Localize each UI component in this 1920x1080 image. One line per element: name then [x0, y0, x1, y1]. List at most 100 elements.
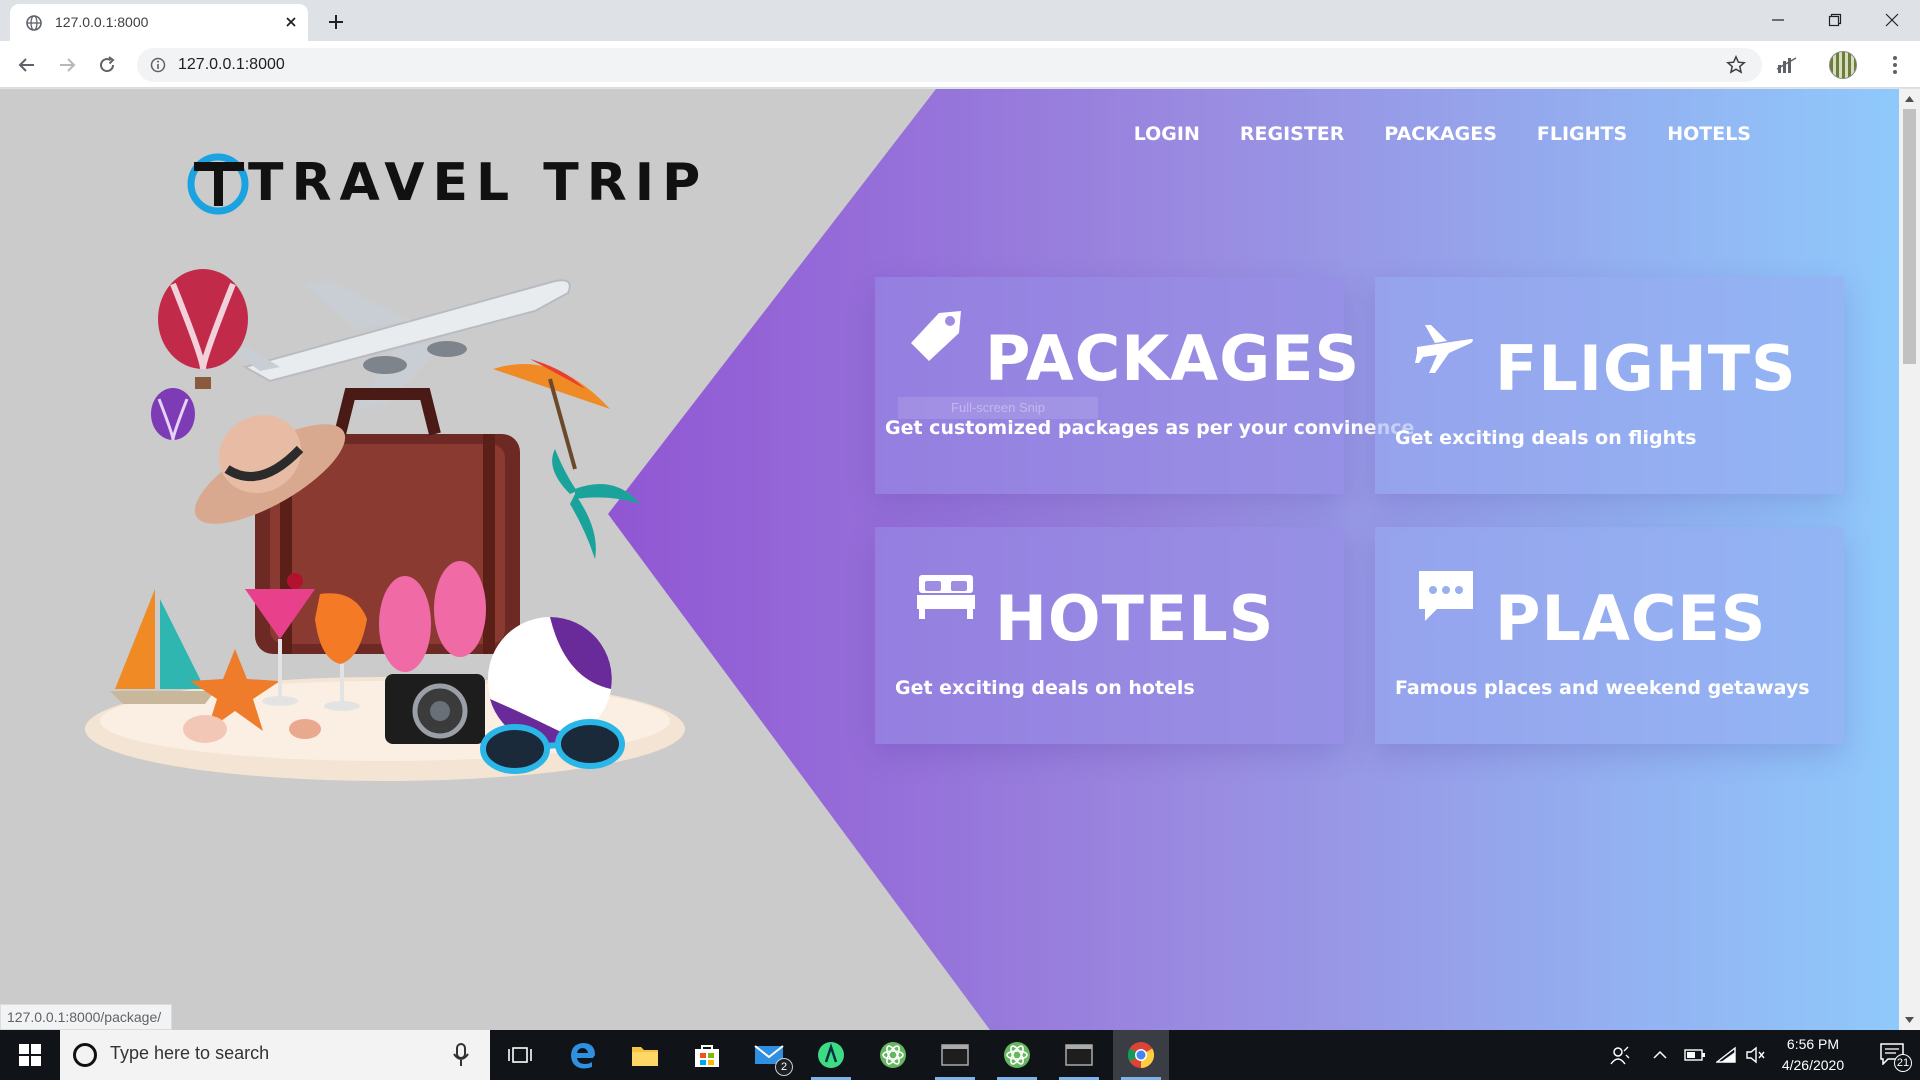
taskbar-atom[interactable]: [865, 1030, 921, 1080]
logo-text: TRAVEL TRIP: [248, 153, 709, 213]
android-studio-icon: [818, 1042, 844, 1068]
cortana-icon: [73, 1043, 97, 1067]
extension-chart-icon: [1776, 57, 1797, 73]
volume-muted-icon: [1746, 1046, 1765, 1064]
microphone-icon[interactable]: [452, 1043, 470, 1067]
chat-icon: [1419, 571, 1473, 621]
more-vertical-icon: [1893, 56, 1897, 74]
forward-arrow-icon: [60, 58, 76, 72]
battery-status[interactable]: [1682, 1030, 1708, 1080]
chrome-menu-button[interactable]: [1880, 50, 1910, 80]
minimize-icon: [1771, 19, 1784, 21]
camera-illustration: [385, 674, 485, 744]
card-title: PACKAGES: [985, 322, 1361, 395]
minimize-button[interactable]: [1749, 0, 1806, 40]
nav-flights[interactable]: FLIGHTS: [1537, 123, 1627, 145]
taskbar-terminal-2[interactable]: [1051, 1030, 1107, 1080]
taskbar-file-explorer[interactable]: [617, 1030, 673, 1080]
battery-icon: [1684, 1049, 1705, 1061]
people-icon: [1610, 1046, 1630, 1065]
card-description: Famous places and weekend getaways: [1395, 677, 1810, 699]
close-window-button[interactable]: [1863, 0, 1920, 40]
edge-icon: [571, 1043, 595, 1069]
reload-button[interactable]: [93, 51, 121, 79]
link-status-bubble: 127.0.0.1:8000/package/: [0, 1004, 173, 1030]
taskbar-store[interactable]: [679, 1030, 735, 1080]
seashell-illustration: [183, 715, 227, 743]
clock-date: 4/26/2020: [1781, 1057, 1845, 1073]
taskbar-atom-2[interactable]: [989, 1030, 1045, 1080]
snip-tooltip: Full-screen Snip: [898, 397, 1098, 419]
chevron-up-icon: [1653, 1050, 1667, 1059]
search-placeholder: Type here to search: [110, 1043, 270, 1063]
bookmark-star-icon[interactable]: [1726, 55, 1746, 75]
address-bar[interactable]: 127.0.0.1:8000: [137, 48, 1762, 82]
task-view-icon: [508, 1047, 532, 1063]
mail-count-badge: 2: [775, 1058, 793, 1076]
card-flights[interactable]: FLIGHTS Get exciting deals on flights: [1375, 277, 1844, 494]
task-view-button[interactable]: [492, 1030, 548, 1080]
taskbar-search-box[interactable]: Type here to search: [60, 1030, 490, 1080]
card-places[interactable]: PLACES Famous places and weekend getaway…: [1375, 527, 1844, 744]
card-description: Get exciting deals on flights: [1395, 427, 1697, 449]
taskbar-chrome[interactable]: [1113, 1030, 1169, 1080]
network-status[interactable]: [1713, 1030, 1739, 1080]
card-title: HOTELS: [995, 582, 1275, 655]
nav-packages[interactable]: PACKAGES: [1384, 123, 1497, 145]
tag-icon: [911, 311, 961, 361]
start-button[interactable]: [0, 1030, 60, 1080]
nav-hotels[interactable]: HOTELS: [1667, 123, 1751, 145]
top-navigation: LOGIN REGISTER PACKAGES FLIGHTS HOTELS: [1134, 123, 1751, 145]
card-hotels[interactable]: HOTELS Get exciting deals on hotels: [875, 527, 1344, 744]
scroll-up-icon[interactable]: [1903, 93, 1916, 105]
atom-icon: [880, 1042, 906, 1068]
back-arrow-icon: [18, 58, 34, 72]
nav-register[interactable]: REGISTER: [1240, 123, 1345, 145]
card-title: FLIGHTS: [1495, 332, 1797, 405]
back-button[interactable]: [13, 51, 41, 79]
restore-button[interactable]: [1806, 0, 1863, 40]
clock-time: 6:56 PM: [1786, 1036, 1840, 1052]
new-tab-icon[interactable]: [324, 10, 348, 34]
taskbar-android-studio[interactable]: [803, 1030, 859, 1080]
close-tab-icon[interactable]: [282, 13, 300, 31]
card-description: Get exciting deals on hotels: [895, 677, 1195, 699]
notification-count-badge: 21: [1894, 1054, 1912, 1072]
page-scrollbar[interactable]: [1899, 89, 1920, 1030]
card-description: Get customized packages as per your conv…: [885, 417, 1415, 439]
url-text[interactable]: 127.0.0.1:8000: [178, 56, 285, 74]
folder-icon: [632, 1047, 658, 1066]
browser-toolbar: 127.0.0.1:8000: [0, 41, 1920, 88]
wifi-icon: [1716, 1046, 1736, 1063]
restore-icon: [1828, 13, 1841, 27]
profile-avatar[interactable]: [1829, 51, 1857, 79]
palm-tree-illustration: [552, 449, 640, 559]
taskbar-edge[interactable]: [555, 1030, 611, 1080]
taskbar-clock[interactable]: 6:56 PM 4/26/2020: [1768, 1034, 1858, 1076]
browser-tab[interactable]: 127.0.0.1:8000: [10, 4, 308, 41]
info-icon[interactable]: [150, 57, 166, 73]
hot-air-balloon-illustration: [151, 269, 248, 441]
taskbar-terminal[interactable]: [927, 1030, 983, 1080]
forward-button[interactable]: [53, 51, 81, 79]
people-button[interactable]: [1604, 1030, 1636, 1080]
taskbar-mail[interactable]: 2: [741, 1030, 797, 1080]
airplane-icon: [1415, 325, 1473, 373]
extension-button[interactable]: [1772, 50, 1802, 80]
atom-icon: [1004, 1042, 1030, 1068]
scroll-thumb[interactable]: [1903, 109, 1916, 364]
chrome-icon: [1127, 1042, 1155, 1069]
card-packages[interactable]: PACKAGES Get customized packages as per …: [875, 277, 1414, 494]
card-title: PLACES: [1495, 582, 1767, 655]
terminal-icon: [941, 1044, 969, 1066]
windows-logo-icon: [19, 1044, 41, 1066]
nav-login[interactable]: LOGIN: [1134, 123, 1200, 145]
travel-illustration: [85, 269, 685, 781]
volume-status[interactable]: [1743, 1030, 1769, 1080]
action-center-button[interactable]: 21: [1866, 1030, 1920, 1080]
bed-icon: [917, 575, 975, 619]
site-logo[interactable]: TRAVEL TRIP: [186, 151, 708, 215]
scroll-down-icon[interactable]: [1903, 1014, 1916, 1026]
close-icon: [1885, 13, 1898, 27]
show-hidden-icons-button[interactable]: [1648, 1030, 1672, 1080]
